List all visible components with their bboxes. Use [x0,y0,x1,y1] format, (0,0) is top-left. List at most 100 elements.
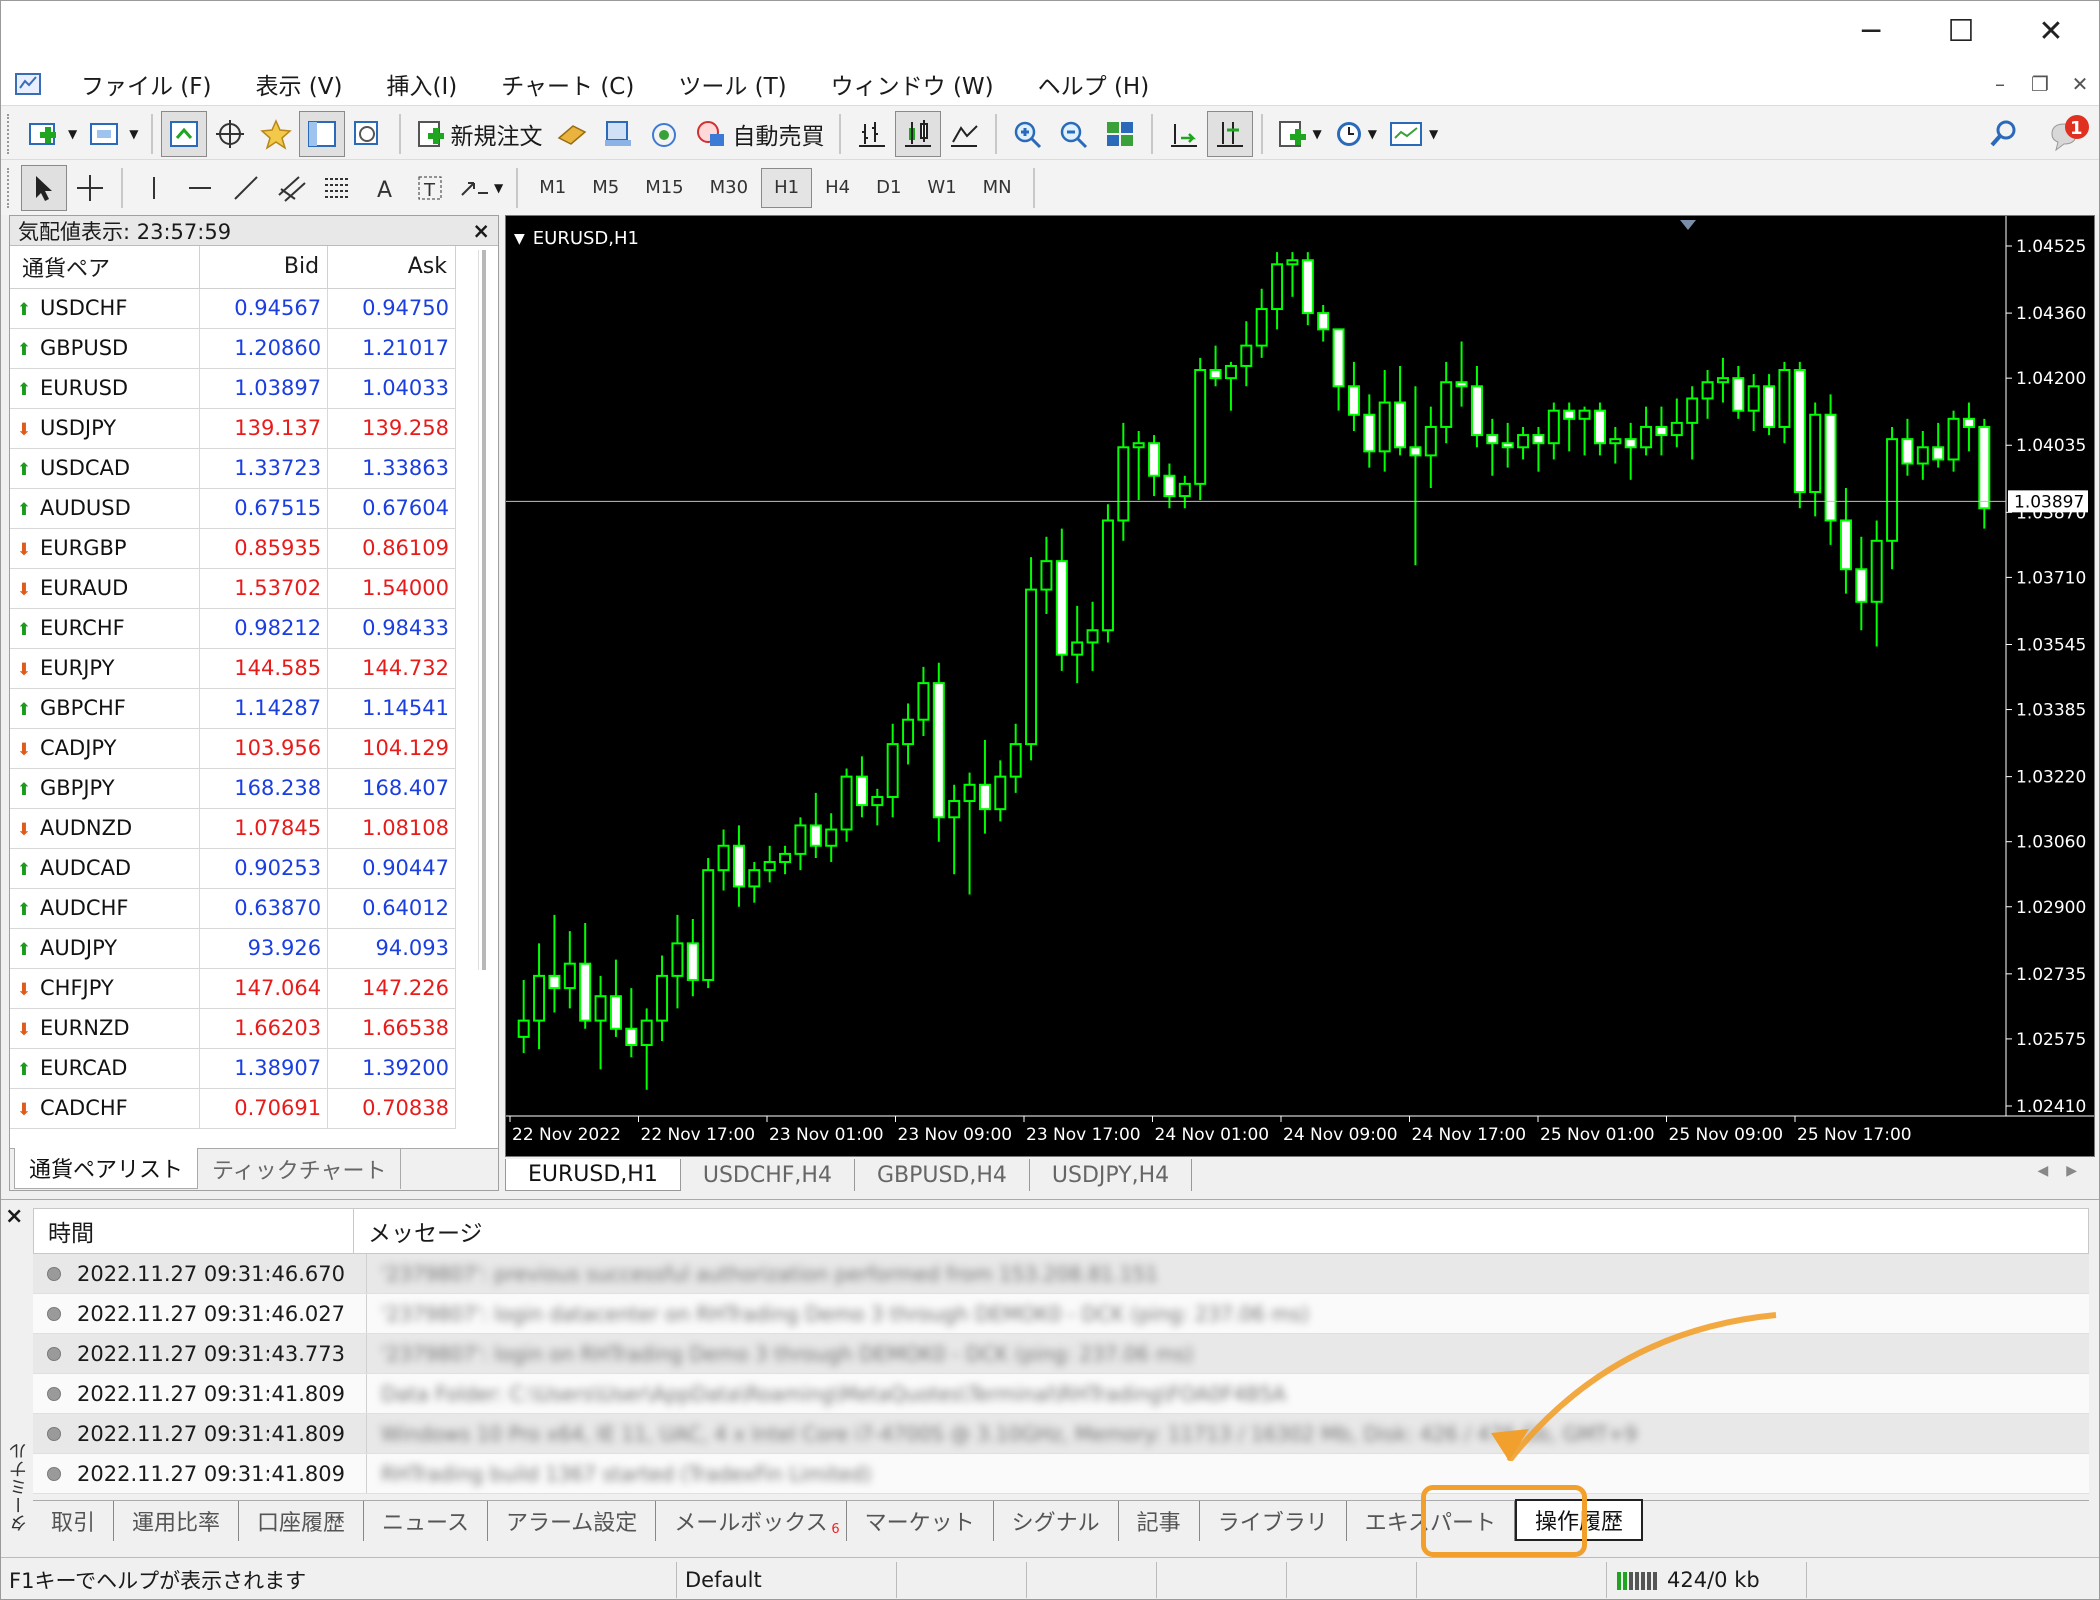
fibonacci-tool[interactable] [315,165,361,211]
market-watch-row[interactable]: ⬇ USDJPY 139.137 139.258 [10,408,456,449]
cursor-tool[interactable] [21,164,67,211]
minimize-button[interactable]: ─ [1841,9,1901,53]
timeframe-h4[interactable]: H4 [812,168,863,208]
market-watch-row[interactable]: ⬇ EURNZD 1.66203 1.66538 [10,1008,456,1049]
symbol-cell[interactable]: ⬆ EURCAD [10,1048,201,1089]
symbol-cell[interactable]: ⬇ EURGBP [10,528,201,569]
terminal-tab-3[interactable]: 口座履歴 [239,1501,365,1541]
market-watch-row[interactable]: ⬆ AUDUSD 0.67515 0.67604 [10,488,456,529]
timeframe-m15[interactable]: M15 [632,168,696,208]
market-watch-row[interactable]: ⬆ USDCAD 1.33723 1.33863 [10,448,456,489]
mdi-restore-icon[interactable]: ❐ [2023,69,2057,99]
market-watch-row[interactable]: ⬇ EURJPY 144.585 144.732 [10,648,456,689]
market-watch-row[interactable]: ⬆ GBPCHF 1.14287 1.14541 [10,688,456,729]
tab-tick-chart[interactable]: ティックチャート [198,1149,402,1189]
signals-button[interactable] [641,111,687,157]
terminal-tab-1[interactable]: 取引 [33,1501,115,1541]
profiles-button[interactable]: ▼ [82,111,143,157]
symbol-cell[interactable]: ⬇ CHFJPY [10,968,201,1009]
market-watch-row[interactable]: ⬆ AUDCHF 0.63870 0.64012 [10,888,456,929]
menu-view[interactable]: 表示 (V) [234,67,365,101]
zoom-in-button[interactable] [1005,111,1051,157]
menu-tools[interactable]: ツール (T) [656,67,808,101]
market-watch-row[interactable]: ⬇ CADCHF 0.70691 0.70838 [10,1088,456,1129]
mdi-minimize-icon[interactable]: – [1983,69,2017,99]
symbol-cell[interactable]: ⬆ EURUSD [10,368,201,409]
mdi-close-icon[interactable]: ✕ [2063,69,2097,99]
timeframe-mn[interactable]: MN [970,168,1025,208]
timeframe-m1[interactable]: M1 [526,168,579,208]
terminal-tab-7[interactable]: マーケット [847,1501,994,1541]
symbol-cell[interactable]: ⬆ AUDCAD [10,848,201,889]
chart-symbol-label[interactable]: ▼ EURUSD,H1 [514,228,639,249]
symbol-cell[interactable]: ⬆ AUDUSD [10,488,201,529]
market-watch-button[interactable] [161,110,208,157]
market-watch-row[interactable]: ⬆ GBPJPY 168.238 168.407 [10,768,456,809]
maximize-button[interactable]: ☐ [1931,9,1991,53]
arrows-tool[interactable]: ▼ [453,165,508,211]
search-button[interactable] [1981,111,2027,157]
timeframe-d1[interactable]: D1 [863,168,914,208]
horizontal-line-tool[interactable] [177,165,223,211]
line-chart-button[interactable] [941,111,987,157]
market-watch-row[interactable]: ⬇ CADJPY 103.956 104.129 [10,728,456,769]
navigator-button[interactable] [253,111,299,157]
terminal-tab-10[interactable]: ライブラリ [1200,1501,1347,1541]
new-chart-button[interactable]: ▼ [21,111,82,157]
vertical-line-tool[interactable] [131,165,177,211]
indicators-button[interactable]: ▼ [1271,111,1326,157]
candlestick-button[interactable] [895,110,942,157]
symbol-cell[interactable]: ⬆ USDCAD [10,448,201,489]
data-window-button[interactable] [207,111,253,157]
timeframe-w1[interactable]: W1 [914,168,969,208]
symbol-cell[interactable]: ⬇ CADJPY [10,728,201,769]
terminal-button[interactable] [299,110,346,157]
column-message[interactable]: メッセージ [354,1214,483,1248]
column-symbol[interactable]: 通貨ペア [10,246,201,289]
journal-row[interactable]: 2022.11.27 09:31:46.670 '2379807': previo… [33,1254,2089,1294]
column-ask[interactable]: Ask [327,246,456,289]
menu-insert[interactable]: 挿入(I) [365,67,480,101]
symbol-cell[interactable]: ⬇ EURNZD [10,1008,201,1049]
market-watch-scrollbar[interactable] [478,250,488,970]
symbol-cell[interactable]: ⬆ GBPJPY [10,768,201,809]
chart-tab-gbpusd-h4[interactable]: GBPUSD,H4 [855,1159,1030,1191]
chart-tab-usdchf-h4[interactable]: USDCHF,H4 [681,1159,855,1191]
notifications-button[interactable]: 1 [2041,111,2097,157]
market-watch-row[interactable]: ⬇ EURGBP 0.85935 0.86109 [10,528,456,569]
periods-button[interactable]: ▼ [1327,111,1382,157]
market-watch-row[interactable]: ⬆ AUDJPY 93.926 94.093 [10,928,456,969]
auto-trading-button[interactable]: 自動売買 [687,111,831,157]
scrollbar-thumb[interactable] [482,250,486,970]
market-watch-row[interactable]: ⬇ CHFJPY 147.064 147.226 [10,968,456,1009]
tile-windows-button[interactable] [1097,111,1143,157]
equidistant-channel-tool[interactable] [269,165,315,211]
column-time[interactable]: 時間 [34,1209,354,1253]
symbol-cell[interactable]: ⬇ AUDNZD [10,808,201,849]
menu-window[interactable]: ウィンドウ (W) [809,67,1016,101]
app-icon[interactable] [11,69,47,99]
symbol-cell[interactable]: ⬆ AUDCHF [10,888,201,929]
terminal-tab-8[interactable]: シグナル [994,1501,1119,1541]
timeframe-m30[interactable]: M30 [697,168,761,208]
trendline-tool[interactable] [223,165,269,211]
terminal-tab-4[interactable]: ニュース [364,1501,488,1541]
timeframe-m5[interactable]: M5 [579,168,632,208]
symbol-cell[interactable]: ⬆ GBPCHF [10,688,201,729]
symbol-cell[interactable]: ⬆ EURCHF [10,608,201,649]
text-tool[interactable]: A [361,165,407,211]
strategy-tester-button[interactable] [345,111,391,157]
autotrading-settings-button[interactable] [595,111,641,157]
timeframe-h1[interactable]: H1 [761,167,813,208]
market-watch-row[interactable]: ⬆ USDCHF 0.94567 0.94750 [10,288,456,329]
terminal-tab-9[interactable]: 記事 [1119,1501,1200,1541]
menu-file[interactable]: ファイル (F) [59,67,234,101]
symbol-cell[interactable]: ⬇ EURAUD [10,568,201,609]
symbol-cell[interactable]: ⬆ USDCHF [10,288,201,329]
terminal-tab-6[interactable]: メールボックス 6 [656,1501,847,1541]
crosshair-tool[interactable] [67,165,113,211]
zoom-out-button[interactable] [1051,111,1097,157]
templates-button[interactable]: ▼ [1382,111,1443,157]
tab-scroll-left-icon[interactable]: ◀ [2037,1163,2048,1179]
symbol-cell[interactable]: ⬆ AUDJPY [10,928,201,969]
